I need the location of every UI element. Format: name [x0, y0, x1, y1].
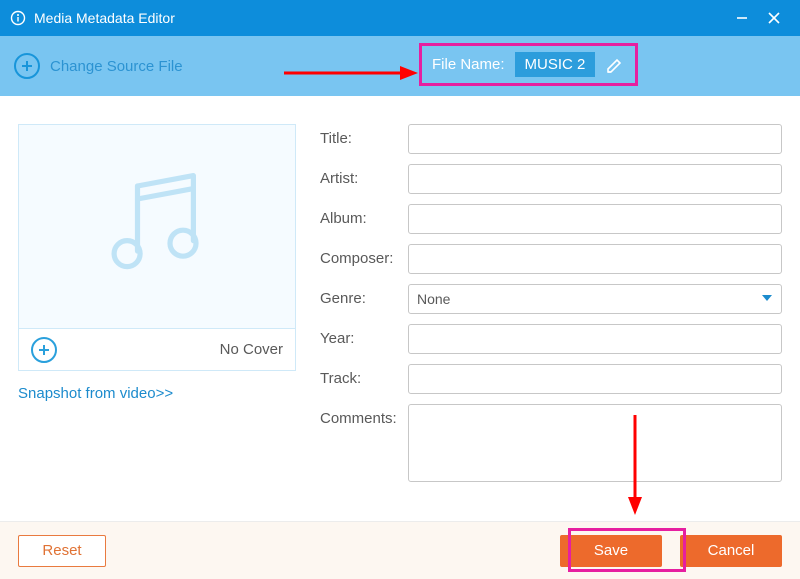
comments-label: Comments: — [320, 404, 408, 427]
album-label: Album: — [320, 204, 408, 227]
minimize-button[interactable] — [726, 11, 758, 25]
change-source-plus-icon[interactable] — [14, 53, 40, 79]
toolbar: Change Source File File Name: MUSIC 2 — [0, 36, 800, 96]
save-button[interactable]: Save — [560, 535, 662, 567]
genre-select[interactable]: None — [408, 284, 782, 314]
year-label: Year: — [320, 324, 408, 347]
change-source-file-link[interactable]: Change Source File — [50, 58, 183, 75]
cover-preview — [18, 124, 296, 329]
footer-bar: Reset Save Cancel — [0, 521, 800, 579]
cover-footer: No Cover — [18, 329, 296, 371]
add-cover-button[interactable] — [31, 337, 57, 363]
title-input[interactable] — [408, 124, 782, 154]
title-bar: Media Metadata Editor — [0, 0, 800, 36]
genre-value: None — [417, 291, 450, 307]
metadata-form: Title: Artist: Album: Composer: Genre: N… — [320, 124, 782, 496]
window-title: Media Metadata Editor — [34, 10, 726, 26]
main-content: No Cover Snapshot from video>> Title: Ar… — [0, 96, 800, 496]
chevron-down-icon — [761, 291, 773, 307]
filename-input[interactable]: MUSIC 2 — [515, 52, 596, 77]
reset-button[interactable]: Reset — [18, 535, 106, 567]
music-note-icon — [92, 160, 222, 293]
cover-panel: No Cover Snapshot from video>> — [18, 124, 296, 496]
artist-input[interactable] — [408, 164, 782, 194]
track-label: Track: — [320, 364, 408, 387]
no-cover-label: No Cover — [220, 341, 283, 358]
info-icon — [10, 10, 26, 26]
genre-label: Genre: — [320, 284, 408, 307]
cancel-button[interactable]: Cancel — [680, 535, 782, 567]
artist-label: Artist: — [320, 164, 408, 187]
edit-filename-icon[interactable] — [605, 55, 625, 75]
track-input[interactable] — [408, 364, 782, 394]
year-input[interactable] — [408, 324, 782, 354]
filename-highlight-box: File Name: MUSIC 2 — [419, 43, 638, 86]
comments-input[interactable] — [408, 404, 782, 482]
album-input[interactable] — [408, 204, 782, 234]
composer-input[interactable] — [408, 244, 782, 274]
close-button[interactable] — [758, 11, 790, 25]
filename-label: File Name: — [432, 56, 505, 73]
snapshot-from-video-link[interactable]: Snapshot from video>> — [18, 385, 296, 402]
composer-label: Composer: — [320, 244, 408, 267]
title-label: Title: — [320, 124, 408, 147]
